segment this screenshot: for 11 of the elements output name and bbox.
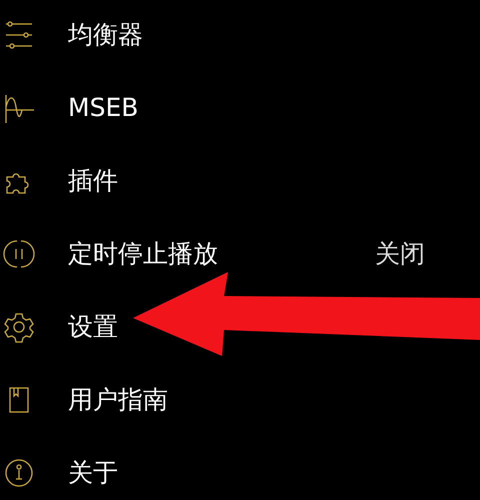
menu-item-label[interactable]: 插件 <box>68 164 118 197</box>
info-icon <box>3 456 35 488</box>
menu-item-label[interactable]: 关于 <box>68 456 118 489</box>
menu-item-label[interactable]: 用户指南 <box>68 383 168 416</box>
menu-item-label[interactable]: 定时停止播放 <box>68 237 218 270</box>
menu-item-label[interactable]: 均衡器 <box>68 18 143 51</box>
menu-item-label[interactable]: 设置 <box>68 310 118 343</box>
menu-item-value: 关闭 <box>375 238 425 270</box>
settings-icon <box>3 310 35 342</box>
menu-item-label[interactable]: MSEB <box>68 93 138 122</box>
sliders-icon <box>3 18 35 50</box>
